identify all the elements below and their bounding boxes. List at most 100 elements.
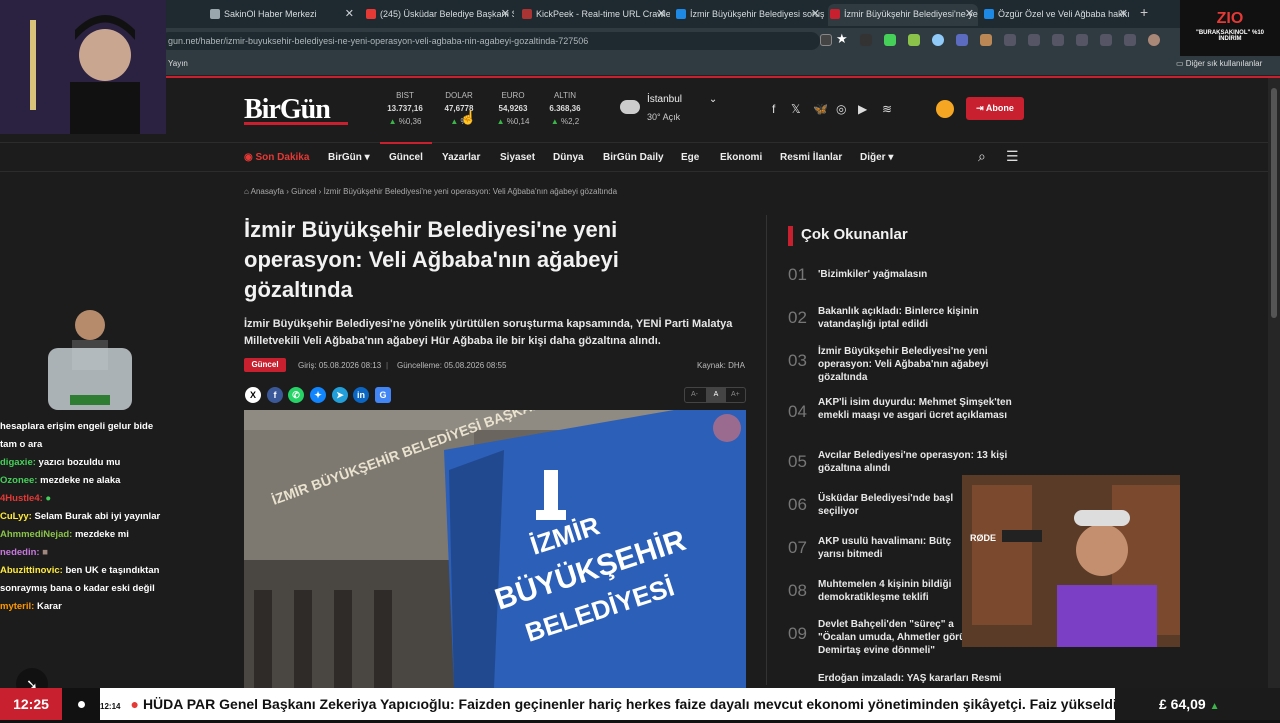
translate-icon[interactable] — [956, 34, 968, 46]
scrollbar-thumb[interactable] — [1271, 88, 1277, 318]
linkedin-share-icon[interactable]: in — [353, 387, 369, 403]
nav-ekonomi[interactable]: Ekonomi — [720, 152, 762, 163]
collections-icon[interactable] — [1076, 34, 1088, 46]
most-read-item[interactable]: Üsküdar Belediyesi'nde başl seçiliyor — [818, 492, 963, 518]
favorites-icon[interactable] — [1052, 34, 1064, 46]
most-read-item[interactable]: Devlet Bahçeli'den "süreç" a "Öcalan umu… — [818, 618, 968, 657]
font-decrease-button[interactable]: A- — [691, 388, 698, 402]
tab-label: (245) Üsküdar Belediye Başkanı S — [380, 9, 514, 19]
x-icon[interactable]: 𝕏 — [791, 102, 801, 116]
x-share-icon[interactable]: X — [245, 387, 261, 403]
nav-ege[interactable]: Ege — [681, 152, 699, 163]
most-read-item[interactable]: Avcılar Belediyesi'ne operasyon: 13 kişi… — [818, 449, 1028, 475]
tab-3[interactable]: KickPeek - Real-time URL Crawler ✕ — [520, 4, 670, 26]
caret-down-icon: ▾ — [888, 152, 894, 163]
subscribe-button[interactable]: ⇥ Abone — [966, 97, 1024, 120]
bluesky-icon[interactable]: 🦋 — [813, 102, 828, 116]
home-icon: ⌂ — [244, 187, 251, 196]
nav-birgun-daily[interactable]: BirGün Daily — [603, 152, 664, 163]
nav-son-dakika[interactable]: ◉ Son Dakika — [244, 152, 309, 163]
whatsapp-share-icon[interactable]: ✆ — [288, 387, 304, 403]
site-logo[interactable]: BirGün — [244, 94, 348, 126]
close-tab-icon[interactable]: ✕ — [657, 4, 666, 24]
chat-user: Ozonee: — [0, 475, 38, 486]
other-bookmarks[interactable]: ▭ Diğer sık kullanılanlar — [1176, 59, 1262, 68]
instagram-icon[interactable]: ◎ — [836, 102, 846, 116]
nav-birgun[interactable]: BirGün ▾ — [328, 152, 370, 163]
bookmark-yayin[interactable]: Yayın — [168, 59, 188, 68]
extension-icon[interactable] — [908, 34, 920, 46]
weather-city[interactable]: İstanbul ⌄ — [647, 94, 717, 105]
rank-number: 07 — [788, 538, 807, 557]
zio-promo-overlay: ZIO "BURAKSAKINOL" %10 İNDİRİM — [1180, 0, 1280, 56]
facebook-share-icon[interactable]: f — [267, 387, 283, 403]
tab-6[interactable]: Özgür Özel ve Veli Ağbaba hakkı ✕ — [982, 4, 1132, 26]
close-tab-icon[interactable]: ✕ — [1119, 4, 1128, 24]
avatar[interactable] — [1148, 34, 1160, 46]
most-read-item[interactable]: Muhtemelen 4 kişinin bildiği demokratikl… — [818, 578, 963, 604]
nav-resmi-ilanlar[interactable]: Resmi İlanlar — [780, 152, 842, 163]
nav-yazarlar[interactable]: Yazarlar — [442, 152, 480, 163]
close-tab-icon[interactable]: ✕ — [501, 4, 510, 24]
rss-icon[interactable]: ≋ — [882, 102, 892, 116]
youtube-icon[interactable]: ▶ — [858, 102, 867, 116]
rank-number: 06 — [788, 495, 807, 514]
most-read-item[interactable]: AKP usulü havalimanı: Bütç yarısı bitmed… — [818, 535, 963, 561]
url-field[interactable]: gun.net/haber/izmir-buyuksehir-belediyes… — [160, 32, 820, 50]
new-tab-button[interactable]: + — [1140, 4, 1148, 20]
font-increase-button[interactable]: A+ — [731, 388, 740, 402]
ticker-divider — [62, 688, 100, 720]
tab-1[interactable]: SakinOl Haber Merkezi ✕ — [208, 4, 358, 26]
most-read-item[interactable]: Erdoğan imzaladı: YAŞ kararları Resmi — [818, 672, 1028, 685]
search-icon[interactable]: ⌕ — [978, 148, 986, 165]
currency-price: £ 64,09 ▲ — [1115, 688, 1280, 720]
dot-icon — [78, 701, 85, 708]
heart-icon[interactable] — [1100, 34, 1112, 46]
menu-icon[interactable]: ☰ — [1006, 148, 1019, 165]
market-euro: EURO 54,9263 ▲ %0,14 — [488, 89, 538, 128]
extension-icon[interactable] — [980, 34, 992, 46]
reader-icon[interactable] — [820, 34, 832, 46]
login-icon: ⇥ — [976, 103, 986, 113]
extension-icon[interactable] — [860, 34, 872, 46]
google-news-share-icon[interactable]: G — [375, 387, 391, 403]
font-normal-button[interactable]: A — [706, 387, 726, 403]
bluesky-share-icon[interactable]: ✦ — [310, 387, 326, 403]
browser-tab-bar: SakinOl Haber Merkezi ✕ (245) Üsküdar Bel… — [0, 0, 1280, 28]
star-icon[interactable]: ★ — [836, 31, 848, 47]
rank-number: 05 — [788, 452, 807, 471]
close-tab-icon[interactable]: ✕ — [965, 4, 974, 24]
close-tab-icon[interactable]: ✕ — [345, 4, 354, 24]
most-read-item[interactable]: AKP'li isim duyurdu: Mehmet Şimşek'ten e… — [818, 396, 1028, 422]
split-view-icon[interactable] — [1028, 34, 1040, 46]
tab-2[interactable]: (245) Üsküdar Belediye Başkanı S ✕ — [364, 4, 514, 26]
nav-diger[interactable]: Diğer ▾ — [860, 152, 893, 163]
tab-4[interactable]: İzmir Büyükşehir Belediyesi soruş ✕ — [674, 4, 824, 26]
breadcrumb-home[interactable]: Anasayfa — [251, 187, 284, 196]
folder-icon: ▭ — [1176, 59, 1186, 68]
chevron-down-icon: ⌄ — [708, 94, 718, 105]
breadcrumb-section[interactable]: Güncel — [291, 187, 316, 196]
nav-dunya[interactable]: Dünya — [553, 152, 584, 163]
stream-clock: 12:25 — [0, 688, 62, 720]
most-read-item[interactable]: İzmir Büyükşehir Belediyesi'ne yeni oper… — [818, 345, 1028, 384]
facebook-icon[interactable]: f — [772, 102, 775, 116]
scrollbar[interactable] — [1268, 78, 1280, 688]
mic-label: RØDE — [970, 533, 996, 543]
category-badge[interactable]: Güncel — [244, 358, 286, 372]
extension-icon[interactable] — [884, 34, 896, 46]
nav-guncel[interactable]: Güncel — [389, 152, 423, 163]
most-read-item[interactable]: 'Bizimkiler' yağmalasın — [818, 268, 1028, 281]
close-tab-icon[interactable]: ✕ — [811, 4, 820, 24]
telegram-share-icon[interactable]: ➤ — [332, 387, 348, 403]
extension-icon[interactable] — [932, 34, 944, 46]
puzzle-icon[interactable] — [1004, 34, 1016, 46]
up-arrow-icon: ▲ — [550, 117, 561, 126]
tab-5-active[interactable]: İzmir Büyükşehir Belediyesi'ne ye ✕ — [828, 4, 978, 26]
theme-toggle-icon[interactable] — [936, 100, 954, 118]
nav-label: BirGün — [328, 152, 362, 163]
screenshot-icon[interactable] — [1124, 34, 1136, 46]
rank-number: 01 — [788, 265, 807, 284]
nav-siyaset[interactable]: Siyaset — [500, 152, 535, 163]
most-read-item[interactable]: Bakanlık açıkladı: Binlerce kişinin vata… — [818, 305, 1028, 331]
